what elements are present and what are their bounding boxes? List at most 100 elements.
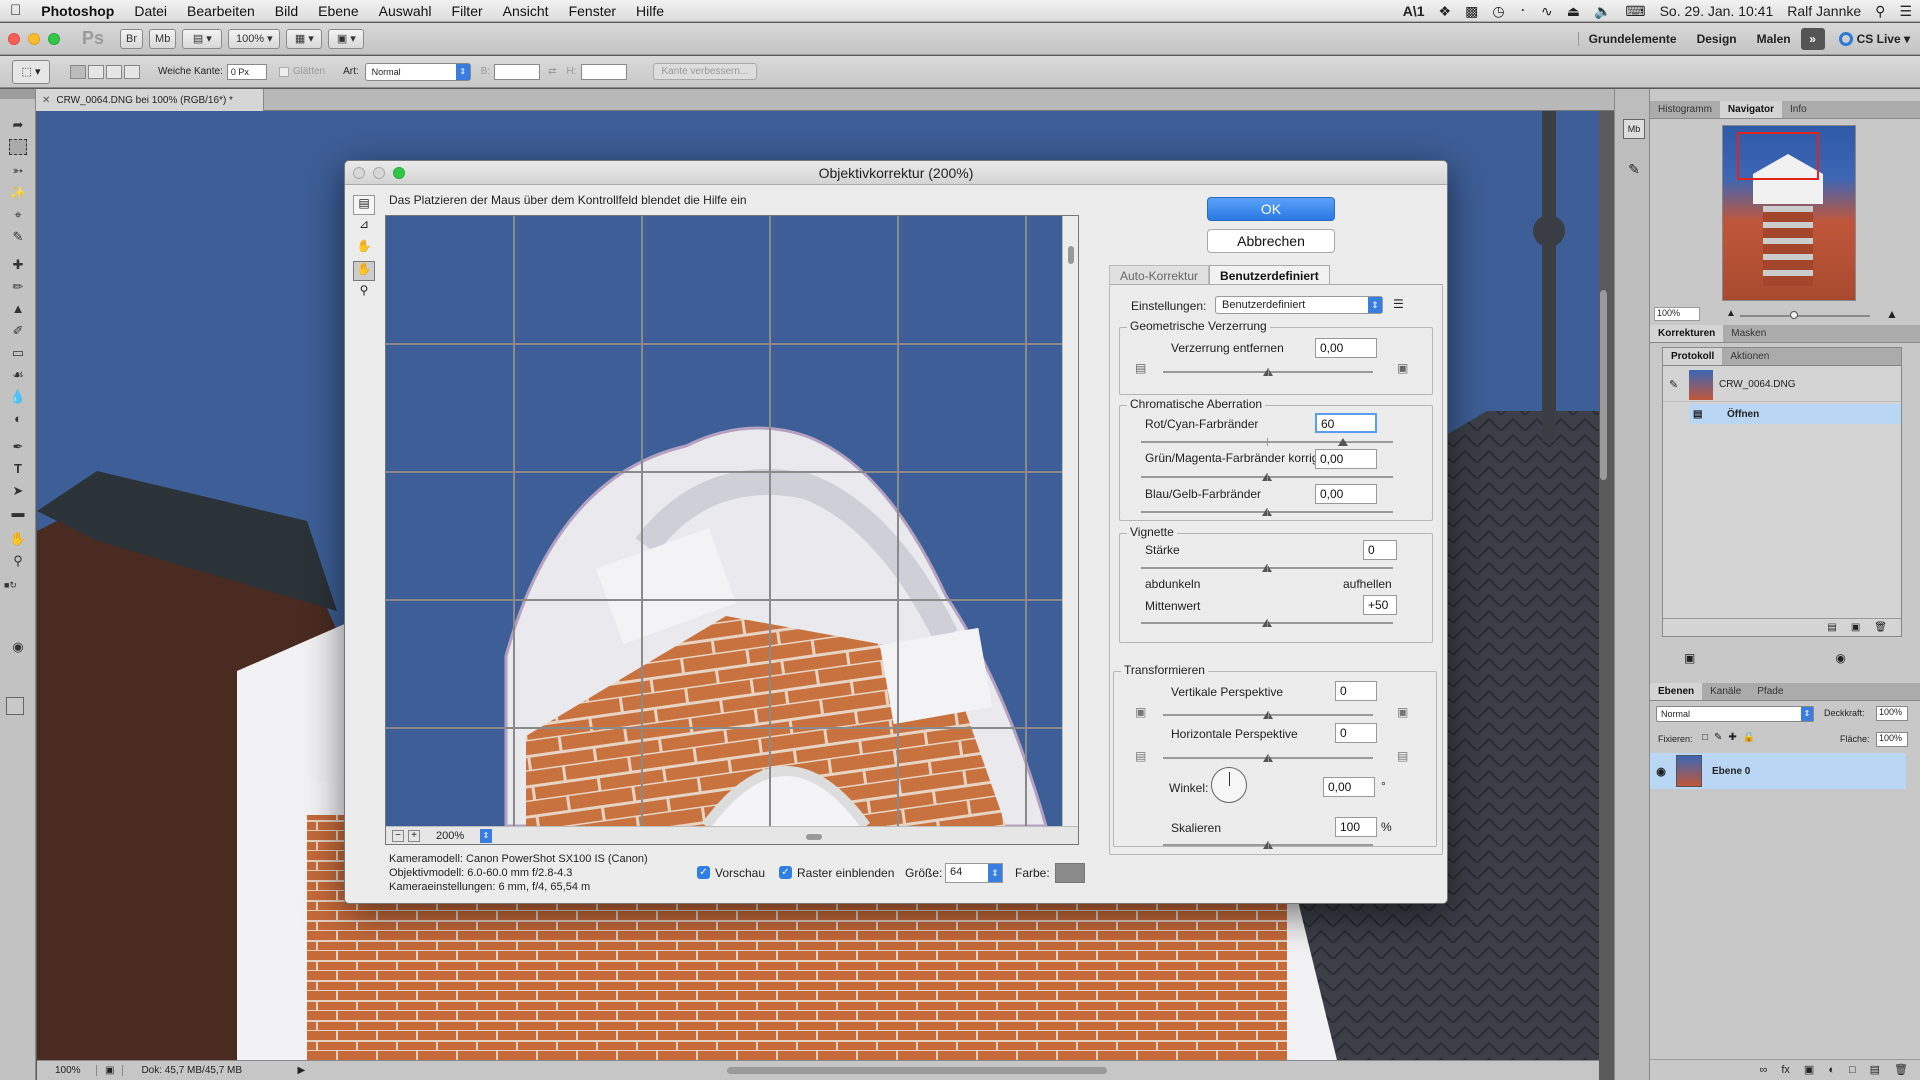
zoom-in-icon[interactable]: ▲ [1886,307,1898,321]
workspace-malen[interactable]: Malen [1747,32,1801,46]
dialog-preview[interactable]: − + 200% ⇕ [385,215,1079,845]
messages-icon[interactable]: ▩ [1465,3,1478,20]
antialias-checkbox[interactable] [278,66,289,77]
green-magenta-input[interactable]: 0,00 [1315,449,1377,469]
close-window-button[interactable] [8,32,20,45]
tool-presets-dock-icon[interactable]: ✎ [1623,161,1645,181]
tab-pfade[interactable]: Pfade [1749,683,1791,700]
adjustment-layer-icon[interactable]: ◐ [1828,1064,1835,1076]
workspace-design[interactable]: Design [1687,32,1747,46]
lock-icons[interactable]: □✎✚🔒 [1702,732,1761,743]
preview-zoom-in-button[interactable]: + [408,830,420,842]
wifi-icon[interactable]: ∿ [1541,3,1553,20]
green-magenta-slider[interactable] [1141,473,1393,481]
marquee-preset-button[interactable]: ⬚ ▾ [12,59,50,84]
pen-tool-icon[interactable]: ✒ [8,437,28,457]
navigator-zoom-value[interactable]: 100% [1654,307,1700,321]
preview-zoom-out-button[interactable]: − [392,830,404,842]
grid-color-swatch[interactable] [1055,863,1085,883]
shape-tool-icon[interactable]: ▬ [8,503,28,523]
selection-mode-subtract-icon[interactable] [106,64,122,79]
history-snapshot-row[interactable]: ✎ CRW_0064.DNG [1663,368,1901,402]
move-tool-icon[interactable]: ➦ [8,115,28,135]
menu-bild[interactable]: Bild [265,3,308,19]
dropbox-icon[interactable]: ❖ [1439,3,1452,20]
fill-input[interactable]: 100% [1876,732,1908,747]
menu-ebene[interactable]: Ebene [308,3,368,19]
cs-live-button[interactable]: CS Live ▾ [1853,32,1920,46]
menubar-clock[interactable]: So. 29. Jan. 10:41 [1660,3,1774,19]
blue-yellow-slider[interactable] [1141,508,1393,516]
view-extras-button[interactable]: ▤ ▾ [182,28,223,49]
bridge-button[interactable]: Br [120,28,144,49]
app-menu[interactable]: Photoshop [31,3,124,19]
close-tab-icon[interactable]: ✕ [42,95,50,106]
blur-tool-icon[interactable]: 💧 [8,387,28,407]
spotlight-icon[interactable]: ⚲ [1875,3,1885,20]
path-selection-tool-icon[interactable]: ➤ [8,481,28,501]
horizontal-scrollbar[interactable] [727,1067,1107,1074]
move-grid-tool-icon[interactable]: ✋ [353,239,375,259]
status-arrow-icon[interactable]: ▶ [297,1065,305,1076]
brush-tool-icon[interactable]: ✏ [8,277,28,297]
minibridge-dock-icon[interactable]: Mb [1623,119,1645,139]
dialog-zoom-button[interactable] [393,167,405,179]
marquee-tool-icon[interactable] [9,139,27,155]
eyedropper-tool-icon[interactable]: ✎ [8,227,28,247]
selection-mode-intersect-icon[interactable] [124,64,140,79]
blue-yellow-input[interactable]: 0,00 [1315,484,1377,504]
cs-live-icon[interactable] [1838,32,1853,46]
tab-navigator[interactable]: Navigator [1719,101,1783,118]
menu-ansicht[interactable]: Ansicht [493,3,559,19]
status-zoom[interactable]: 100% [37,1065,97,1076]
distortion-input[interactable]: 0,00 [1315,338,1377,358]
menu-filter[interactable]: Filter [442,3,493,19]
group-layers-icon[interactable]: □ [1849,1064,1856,1076]
horizontal-perspective-slider[interactable] [1163,754,1373,762]
tab-info[interactable]: Info [1782,101,1815,118]
horizontal-perspective-input[interactable]: 0 [1335,723,1377,743]
zoom-out-icon[interactable]: ▲ [1726,308,1736,319]
feather-input[interactable]: 0 Px [226,63,267,80]
scale-input[interactable]: 100 [1335,817,1377,837]
zoom-window-button[interactable] [48,32,60,45]
history-brush-source-icon[interactable]: ✎ [1669,378,1683,391]
dialog-minimize-button[interactable] [373,167,385,179]
navigator-view-box[interactable] [1737,132,1819,180]
navigator-zoom-slider[interactable] [1740,311,1870,319]
volume-icon[interactable]: 🔈 [1594,3,1611,20]
paint-bucket-tool-icon[interactable]: ☙ [8,365,28,385]
zoom-tool-icon[interactable]: ⚲ [353,283,375,303]
settings-select[interactable]: Benutzerdefiniert ⇕ [1215,296,1383,314]
ok-button[interactable]: OK [1207,197,1335,221]
menu-fenster[interactable]: Fenster [559,3,626,19]
tab-aktionen[interactable]: Aktionen [1722,348,1777,365]
preview-horizontal-scroll-thumb[interactable] [806,834,822,840]
zoom-tool-icon[interactable]: ⚲ [8,551,28,571]
settings-menu-icon[interactable]: ☰ [1393,297,1404,311]
tab-auto-korrektur[interactable]: Auto-Korrektur [1109,265,1210,284]
hand-tool-icon[interactable]: ✋ [8,529,28,549]
vertical-perspective-slider[interactable] [1163,711,1373,719]
crop-tool-icon[interactable]: ⌖ [8,205,28,225]
tab-benutzerdefiniert[interactable]: Benutzerdefiniert [1209,265,1330,284]
history-brush-tool-icon[interactable]: ✐ [8,321,28,341]
menubar-user[interactable]: Ralf Jannke [1787,3,1861,19]
document-tab[interactable]: ✕ CRW_0064.DNG bei 100% (RGB/16*) * [36,89,264,111]
healing-brush-tool-icon[interactable]: ✚ [8,255,28,275]
refine-edge-button[interactable]: Kante verbessern... [652,63,758,80]
dodge-tool-icon[interactable]: ◐ [8,409,28,429]
vertical-scrollbar[interactable] [1600,290,1607,480]
selection-mode-new-icon[interactable] [70,64,86,79]
minimize-window-button[interactable] [28,32,40,45]
style-select[interactable]: Normal ⇕ [364,62,471,81]
workspace-grundelemente[interactable]: Grundelemente [1577,32,1687,46]
add-mask-icon[interactable]: ▣ [1804,1063,1814,1076]
quick-mask-icon[interactable]: ◉ [8,637,28,657]
grid-size-input[interactable]: 64 ⇕ [945,863,1003,883]
red-cyan-slider[interactable] [1141,438,1393,446]
adobe-icon[interactable]: A\1 [1403,3,1425,19]
preview-zoom-dropdown-icon[interactable]: ⇕ [480,829,492,843]
delete-layer-icon[interactable]: 🗑 [1894,1063,1908,1076]
layer-style-icon[interactable]: fx [1781,1064,1790,1076]
